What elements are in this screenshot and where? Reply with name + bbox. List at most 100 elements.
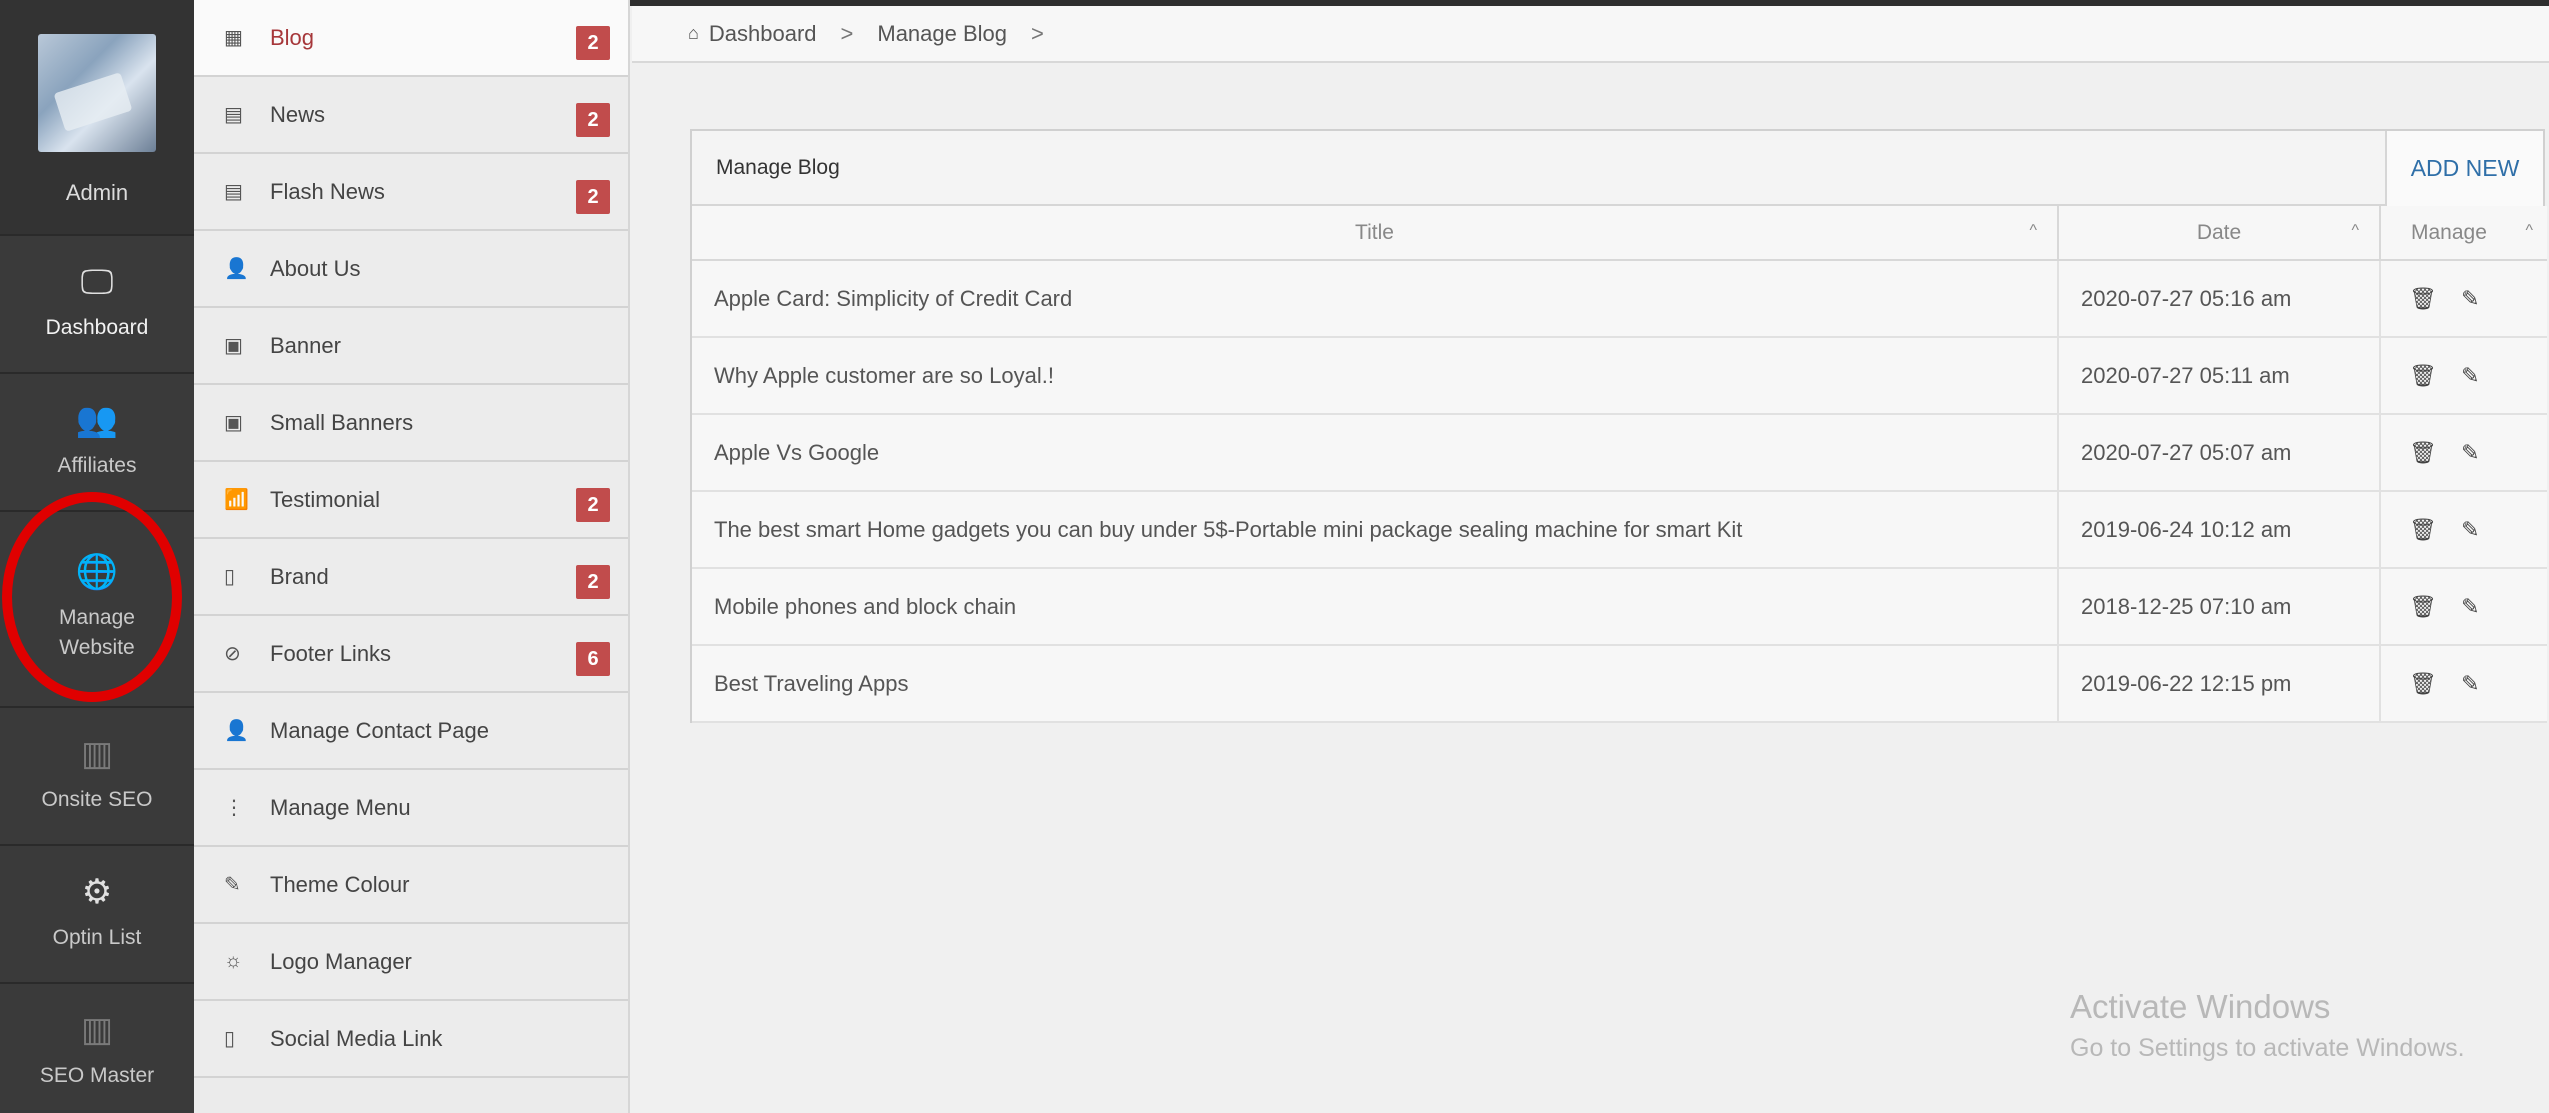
website-submenu: ▦ Blog 2 ▤ News 2 ▤ Flash News 2 👤 About… bbox=[194, 0, 630, 1113]
cell-actions: 🗑 ✎ bbox=[2380, 645, 2547, 723]
cell-title: Why Apple customer are so Loyal.! bbox=[692, 337, 2059, 415]
trash-icon[interactable]: 🗑 bbox=[2409, 671, 2437, 697]
pencil-icon[interactable]: ✎ bbox=[2461, 671, 2479, 697]
column-label: Title bbox=[1355, 220, 1394, 244]
cell-title: Apple Vs Google bbox=[692, 414, 2059, 492]
settings-sun-icon: ⚙ bbox=[81, 872, 113, 911]
calendar-icon: ▦ bbox=[224, 27, 243, 49]
submenu-item-blog[interactable]: ▦ Blog 2 bbox=[194, 0, 628, 77]
mobile-icon: ▯ bbox=[224, 1028, 236, 1050]
submenu-item-banner[interactable]: ▣ Banner bbox=[194, 308, 628, 385]
submenu-item-label: Blog bbox=[270, 24, 315, 50]
submenu-item-footer-links[interactable]: ⊘ Footer Links 6 bbox=[194, 616, 628, 693]
cell-date: 2019-06-22 12:15 pm bbox=[2058, 645, 2381, 723]
cell-actions: 🗑 ✎ bbox=[2380, 337, 2547, 415]
pencil-icon: ✎ bbox=[224, 874, 241, 896]
table-row: Why Apple customer are so Loyal.! 2020-0… bbox=[692, 337, 2547, 415]
profile-name: Admin bbox=[65, 180, 129, 205]
link-icon: ⊘ bbox=[224, 643, 241, 665]
submenu-item-label: Small Banners bbox=[270, 409, 414, 435]
sort-caret-icon[interactable]: ^ bbox=[2029, 222, 2037, 240]
count-badge: 2 bbox=[576, 565, 610, 599]
pencil-icon[interactable]: ✎ bbox=[2461, 517, 2479, 543]
monitor-icon: 🖵 bbox=[80, 262, 114, 301]
annotation-circle bbox=[2, 492, 182, 702]
windows-activation-watermark: Activate Windows Go to Settings to activ… bbox=[2070, 988, 2465, 1063]
pencil-icon[interactable]: ✎ bbox=[2461, 594, 2479, 620]
manage-blog-panel: Manage Blog ADD NEW Title ^ Date ^ Manag… bbox=[690, 129, 2547, 723]
submenu-item-small-banners[interactable]: ▣ Small Banners bbox=[194, 385, 628, 462]
trash-icon[interactable]: 🗑 bbox=[2409, 517, 2437, 543]
rail-item-onsite-seo[interactable]: ▥ Onsite SEO bbox=[0, 708, 194, 846]
rail-item-seo-master[interactable]: ▥ SEO Master bbox=[0, 984, 194, 1113]
submenu-item-label: Manage Menu bbox=[270, 794, 411, 820]
breadcrumb: ⌂ Dashboard > Manage Blog > bbox=[632, 6, 2549, 63]
submenu-item-about-us[interactable]: 👤 About Us bbox=[194, 231, 628, 308]
rail-item-label: Onsite SEO bbox=[41, 787, 153, 811]
vertical-dots-icon: ⋮ bbox=[224, 797, 244, 819]
cell-title: Apple Card: Simplicity of Credit Card bbox=[692, 260, 2059, 338]
signal-icon: 📶 bbox=[224, 489, 249, 511]
submenu-item-label: Footer Links bbox=[270, 640, 392, 666]
trash-icon[interactable]: 🗑 bbox=[2409, 594, 2437, 620]
submenu-item-testimonial[interactable]: 📶 Testimonial 2 bbox=[194, 462, 628, 539]
submenu-item-label: Brand bbox=[270, 563, 329, 589]
cell-actions: 🗑 ✎ bbox=[2380, 260, 2547, 338]
pencil-icon[interactable]: ✎ bbox=[2461, 286, 2479, 312]
trash-icon[interactable]: 🗑 bbox=[2409, 363, 2437, 389]
breadcrumb-item-dashboard[interactable]: Dashboard bbox=[709, 21, 817, 47]
count-badge: 2 bbox=[576, 103, 610, 137]
avatar[interactable] bbox=[38, 34, 156, 152]
table-row: Best Traveling Apps 2019-06-22 12:15 pm … bbox=[692, 645, 2547, 723]
submenu-item-label: Flash News bbox=[270, 178, 385, 204]
newspaper-icon: ▤ bbox=[224, 181, 243, 203]
submenu-item-manage-menu[interactable]: ⋮ Manage Menu bbox=[194, 770, 628, 847]
cell-title: The best smart Home gadgets you can buy … bbox=[692, 491, 2059, 569]
cell-actions: 🗑 ✎ bbox=[2380, 414, 2547, 492]
column-header-title[interactable]: Title ^ bbox=[692, 206, 2059, 261]
sort-caret-icon[interactable]: ^ bbox=[2351, 222, 2359, 240]
cell-title: Mobile phones and block chain bbox=[692, 568, 2059, 646]
panel-header: Manage Blog ADD NEW bbox=[692, 131, 2543, 206]
rail-item-optin-list[interactable]: ⚙ Optin List bbox=[0, 846, 194, 984]
submenu-item-brand[interactable]: ▯ Brand 2 bbox=[194, 539, 628, 616]
pencil-icon[interactable]: ✎ bbox=[2461, 440, 2479, 466]
rail-item-label: Optin List bbox=[52, 925, 142, 949]
submenu-item-social-media-link[interactable]: ▯ Social Media Link bbox=[194, 1001, 628, 1078]
count-badge: 6 bbox=[576, 642, 610, 676]
sun-icon: ☼ bbox=[224, 950, 243, 972]
sort-caret-icon[interactable]: ^ bbox=[2525, 222, 2533, 240]
table-row: Apple Card: Simplicity of Credit Card 20… bbox=[692, 260, 2547, 338]
submenu-item-news[interactable]: ▤ News 2 bbox=[194, 77, 628, 154]
add-user-icon: 👤 bbox=[224, 720, 249, 742]
newspaper-icon: ▤ bbox=[224, 104, 243, 126]
cell-date: 2019-06-24 10:12 am bbox=[2058, 491, 2381, 569]
submenu-item-label: Logo Manager bbox=[270, 948, 412, 974]
column-label: Date bbox=[2196, 220, 2242, 244]
watermark-title: Activate Windows bbox=[2070, 988, 2331, 1025]
column-header-date[interactable]: Date ^ bbox=[2058, 206, 2381, 261]
count-badge: 2 bbox=[576, 180, 610, 214]
trash-icon[interactable]: 🗑 bbox=[2409, 286, 2437, 312]
column-header-manage[interactable]: Manage ^ bbox=[2380, 206, 2547, 261]
home-icon[interactable]: ⌂ bbox=[688, 23, 699, 44]
submenu-item-label: Theme Colour bbox=[270, 871, 410, 897]
submenu-item-logo-manager[interactable]: ☼ Logo Manager bbox=[194, 924, 628, 1001]
cell-date: 2020-07-27 05:11 am bbox=[2058, 337, 2381, 415]
breadcrumb-item-manage-blog[interactable]: Manage Blog bbox=[877, 21, 1007, 47]
bar-chart-icon: ▥ bbox=[80, 734, 114, 773]
user-icon: 👤 bbox=[224, 258, 249, 280]
column-label: Manage bbox=[2411, 220, 2487, 244]
submenu-item-theme-colour[interactable]: ✎ Theme Colour bbox=[194, 847, 628, 924]
trash-icon[interactable]: 🗑 bbox=[2409, 440, 2437, 466]
submenu-item-label: Manage Contact Page bbox=[270, 717, 489, 743]
submenu-item-manage-contact-page[interactable]: 👤 Manage Contact Page bbox=[194, 693, 628, 770]
image-icon: ▣ bbox=[224, 335, 243, 357]
breadcrumb-separator: > bbox=[840, 20, 854, 46]
add-new-button[interactable]: ADD NEW bbox=[2385, 131, 2543, 206]
count-badge: 2 bbox=[576, 26, 610, 60]
pencil-icon[interactable]: ✎ bbox=[2461, 363, 2479, 389]
rail-item-label: Affiliates bbox=[57, 453, 137, 477]
rail-item-dashboard[interactable]: 🖵 Dashboard bbox=[0, 236, 194, 374]
submenu-item-flash-news[interactable]: ▤ Flash News 2 bbox=[194, 154, 628, 231]
